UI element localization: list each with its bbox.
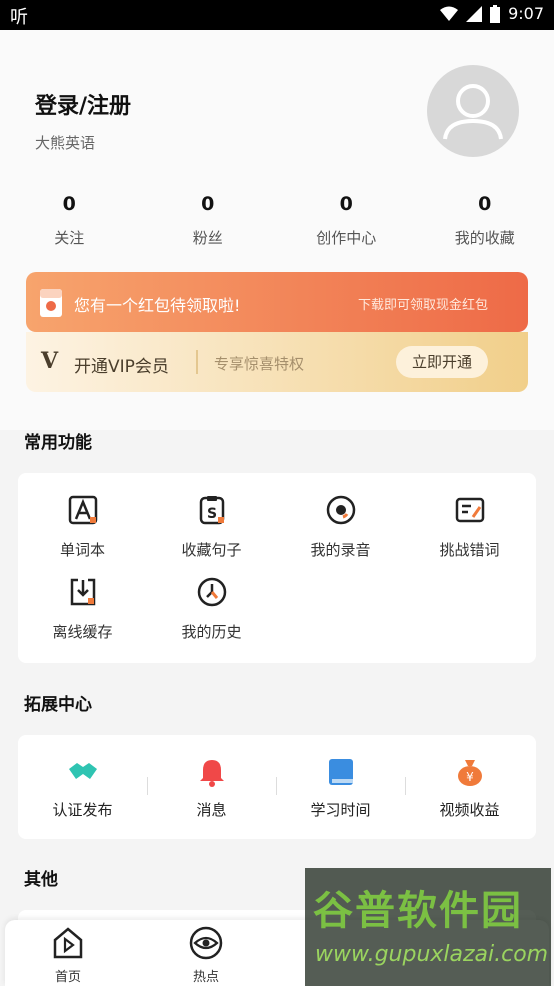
money-bag-icon: ¥ [457, 760, 482, 786]
feature-label: 离线缓存 [52, 623, 113, 641]
watermark-url: www.gupuxlazai.com [315, 942, 549, 967]
svg-text:¥: ¥ [466, 770, 474, 784]
book-icon [328, 759, 353, 785]
handshake-icon [68, 763, 97, 779]
tab-label: 首页 [54, 970, 81, 985]
stat-fans[interactable]: 0 粉丝 [139, 193, 278, 248]
vip-divider [196, 350, 198, 374]
feature-label: 单词本 [59, 541, 105, 559]
vip-banner[interactable]: V 开通VIP会员 专享惊喜特权 立即开通 [26, 332, 528, 392]
login-register-link[interactable]: 登录/注册 [35, 88, 131, 120]
vip-open-button[interactable]: 立即开通 [396, 346, 488, 378]
feature-challenge-mistakes[interactable]: 挑战错词 [405, 495, 534, 560]
stats-row: 0 关注 0 粉丝 0 创作中心 0 我的收藏 [0, 193, 554, 248]
status-icons: 9:07 [440, 4, 544, 23]
signal-icon [466, 5, 483, 22]
stat-count: 0 [478, 193, 492, 215]
stat-label: 关注 [54, 229, 85, 247]
watermark: 谷普软件园 www.gupuxlazai.com [305, 868, 551, 986]
vip-subtitle: 专享惊喜特权 [214, 355, 305, 373]
battery-icon [490, 4, 501, 23]
red-packet-text: 您有一个红包待领取啦! [74, 296, 241, 315]
vip-title: 开通VIP会员 [74, 357, 169, 377]
avatar[interactable] [427, 65, 519, 157]
tab-home[interactable]: 首页 [13, 926, 123, 985]
stat-count: 0 [62, 193, 76, 215]
ext-label: 消息 [196, 801, 227, 819]
ext-messages[interactable]: 消息 [147, 757, 276, 820]
tab-label: 热点 [192, 970, 219, 985]
feature-label: 我的录音 [310, 541, 371, 559]
ext-video-earnings[interactable]: ¥ 视频收益 [405, 757, 534, 820]
wifi-icon [440, 6, 459, 21]
stat-label: 粉丝 [192, 229, 223, 247]
red-packet-subtext: 下载即可领取现金红包 [357, 298, 488, 313]
wordbook-icon [68, 495, 97, 525]
offline-download-icon [70, 578, 95, 606]
vip-logo: V [41, 348, 59, 374]
profile-header: 登录/注册 大熊英语 0 关注 0 粉丝 0 创作中心 0 我的收藏 您有一个红… [0, 30, 554, 430]
red-packet-banner[interactable]: 您有一个红包待领取啦! 下载即可领取现金红包 [26, 272, 528, 332]
sentence-favorites-icon: S [199, 496, 224, 525]
ext-label: 认证发布 [52, 801, 113, 819]
challenge-mistakes-icon [455, 497, 484, 523]
history-icon [197, 577, 226, 607]
feature-my-recordings[interactable]: 我的录音 [276, 495, 405, 560]
red-packet-icon [40, 289, 62, 317]
default-avatar-icon [443, 84, 503, 140]
ext-label: 学习时间 [310, 801, 371, 819]
status-bar: 听 9:07 [0, 0, 554, 30]
stat-favorites[interactable]: 0 我的收藏 [416, 193, 554, 248]
stat-count: 0 [339, 193, 353, 215]
svg-text:S: S [206, 506, 216, 522]
section-title-extension: 拓展中心 [24, 695, 92, 715]
section-title-other: 其他 [24, 870, 58, 890]
ext-certified-publish[interactable]: 认证发布 [18, 757, 147, 820]
profile-page: 登录/注册 大熊英语 0 关注 0 粉丝 0 创作中心 0 我的收藏 您有一个红… [0, 30, 554, 986]
feature-label: 我的历史 [181, 623, 242, 641]
eye-icon [189, 926, 223, 960]
feature-label: 挑战错词 [439, 541, 500, 559]
common-features-card: 单词本 S 收藏句子 我的录音 挑战错词 离线缓存 我的历史 [18, 473, 536, 663]
stat-count: 0 [201, 193, 215, 215]
status-app-glyph: 听 [10, 7, 28, 28]
stat-creator-center[interactable]: 0 创作中心 [277, 193, 416, 248]
tab-hot[interactable]: 热点 [151, 926, 261, 985]
extension-card: 认证发布 消息 学习时间 ¥ 视频收益 [18, 735, 536, 839]
stat-label: 创作中心 [316, 229, 377, 247]
watermark-title: 谷普软件园 [313, 888, 523, 934]
section-title-common: 常用功能 [24, 433, 92, 453]
feature-my-history[interactable]: 我的历史 [147, 577, 276, 642]
recording-icon [326, 495, 355, 525]
ext-study-time[interactable]: 学习时间 [276, 757, 405, 820]
app-name: 大熊英语 [35, 134, 96, 152]
feature-offline-cache[interactable]: 离线缓存 [18, 577, 147, 642]
stat-label: 我的收藏 [454, 229, 515, 247]
ext-label: 视频收益 [439, 801, 500, 819]
feature-label: 收藏句子 [181, 541, 242, 559]
feature-sentence-favorites[interactable]: S 收藏句子 [147, 495, 276, 560]
home-play-icon [53, 927, 83, 959]
feature-wordbook[interactable]: 单词本 [18, 495, 147, 560]
status-time: 9:07 [508, 4, 544, 23]
bell-icon [199, 760, 224, 787]
stat-following[interactable]: 0 关注 [0, 193, 139, 248]
